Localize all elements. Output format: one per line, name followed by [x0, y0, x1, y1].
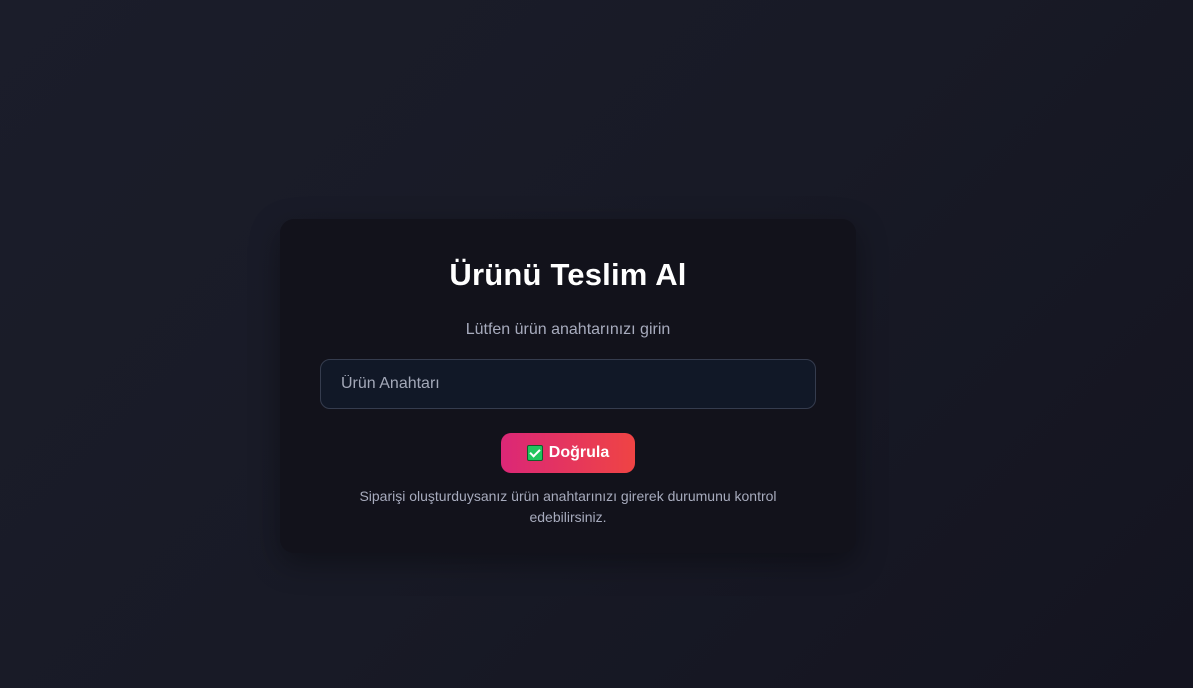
verification-card: Ürünü Teslim Al Lütfen ürün anahtarınızı…	[280, 219, 856, 553]
check-mark-icon	[526, 445, 543, 461]
page-title: Ürünü Teslim Al	[449, 257, 687, 292]
subtitle: Lütfen ürün anahtarınızı girin	[465, 321, 671, 338]
verify-button[interactable]: Doğrula	[501, 433, 635, 473]
verify-button-label: Doğrula	[548, 444, 610, 461]
help-text: Siparişi oluşturduysanız ürün anahtarını…	[359, 488, 777, 525]
product-key-input[interactable]	[320, 359, 816, 409]
